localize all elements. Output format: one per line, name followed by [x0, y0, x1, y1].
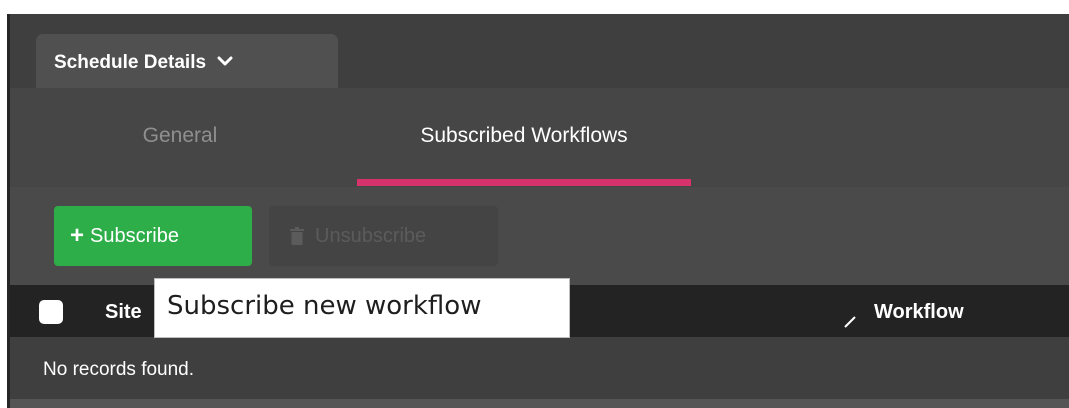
- tab-strip: General Subscribed Workflows: [10, 88, 1069, 187]
- section-title: Schedule Details: [54, 52, 207, 73]
- unsubscribe-button[interactable]: Unsubscribe: [269, 206, 498, 266]
- details-panel: General Subscribed Workflows + Subscribe…: [10, 88, 1069, 408]
- trash-icon: [290, 227, 304, 245]
- column-header-workflow[interactable]: Workflow: [874, 301, 964, 324]
- select-all-checkbox[interactable]: [39, 300, 63, 324]
- tab-subscribed-workflows[interactable]: Subscribed Workflows: [357, 124, 691, 148]
- chevron-down-icon: [217, 56, 233, 66]
- table-footer: [10, 399, 1069, 408]
- unsubscribe-button-label: Unsubscribe: [315, 224, 427, 247]
- schedule-details-toggle[interactable]: Schedule Details: [36, 34, 338, 88]
- active-tab-indicator: [357, 179, 691, 186]
- subscribe-button[interactable]: + Subscribe: [54, 206, 252, 266]
- toolbar: + Subscribe Unsubscribe: [10, 187, 1069, 286]
- subscribe-button-label: Subscribe: [90, 224, 179, 247]
- plus-icon: +: [70, 222, 85, 249]
- column-header-site[interactable]: Site: [105, 301, 142, 324]
- empty-message: No records found.: [10, 337, 1069, 399]
- subscribe-tooltip: Subscribe new workflow: [154, 278, 570, 338]
- resize-handle-icon[interactable]: [843, 315, 857, 329]
- tab-general[interactable]: General: [30, 124, 330, 148]
